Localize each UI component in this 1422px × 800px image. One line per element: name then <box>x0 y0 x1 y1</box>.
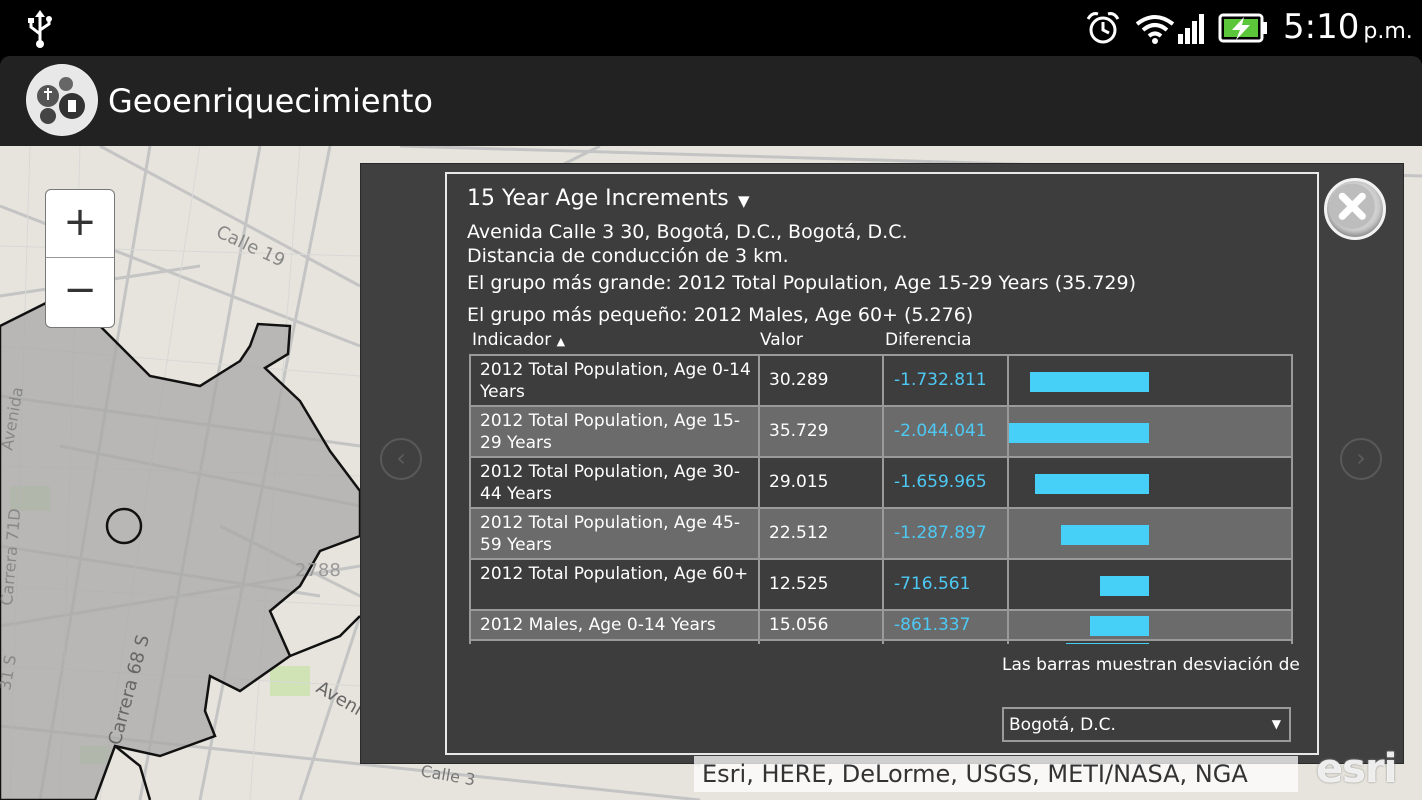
difference-cell: -2.044.041 <box>884 407 1009 456</box>
value-text: 29.015 <box>769 472 829 492</box>
bar-cell <box>1009 407 1291 456</box>
column-header-value[interactable]: Valor <box>760 330 803 350</box>
indicator-text: 2012 Total Population, Age 30-44 Years <box>480 462 740 504</box>
report-title-dropdown[interactable]: 15 Year Age Increments <box>467 186 729 211</box>
street-label: Calle 19 <box>213 221 288 271</box>
signal-icon <box>1178 14 1204 44</box>
deviation-bar <box>1099 575 1149 596</box>
value-text: 12.525 <box>769 574 829 594</box>
difference-cell: -1.659.965 <box>884 458 1009 507</box>
value-cell: 29.015 <box>760 458 884 507</box>
value-text: 22.512 <box>769 523 829 543</box>
value-cell: 12.525 <box>760 560 884 609</box>
value-cell: 15.056 <box>760 611 884 639</box>
table-row[interactable] <box>471 641 1291 644</box>
indicator-cell: 2012 Total Population, Age 45-59 Years <box>471 509 760 558</box>
status-bar: 5:10 p.m. <box>0 0 1422 56</box>
deviation-bar <box>1060 524 1149 545</box>
esri-logo: esri <box>1316 746 1397 792</box>
table-row[interactable]: 2012 Total Population, Age 60+ 12.525 -716… <box>471 560 1291 611</box>
app-title: Geoenriquecimiento <box>108 82 433 120</box>
deviation-bar <box>1065 643 1149 644</box>
difference-text: -1.287.897 <box>894 523 987 543</box>
table-row[interactable]: 2012 Total Population, Age 0-14 Years 30.… <box>471 356 1291 407</box>
difference-text: -861.337 <box>894 615 971 635</box>
indicator-text: 2012 Total Population, Age 45-59 Years <box>480 513 740 555</box>
previous-page-button[interactable]: ‹ <box>380 438 422 480</box>
value-cell <box>760 641 884 644</box>
largest-group-text: El grupo más grande: 2012 Total Populati… <box>467 272 1137 294</box>
chevron-down-icon[interactable]: ▼ <box>738 192 750 210</box>
street-label: 2788 <box>295 560 341 581</box>
difference-cell: -716.561 <box>884 560 1009 609</box>
status-clock: 5:10 p.m. <box>1283 7 1413 47</box>
difference-text: -2.044.041 <box>894 421 987 441</box>
battery-charging-icon <box>1218 13 1267 43</box>
sort-ascending-icon: ▲ <box>556 335 566 348</box>
bar-cell <box>1009 458 1291 507</box>
zoom-control: + − <box>45 189 115 328</box>
wifi-icon <box>1135 15 1175 44</box>
table-row[interactable]: 2012 Males, Age 0-14 Years 15.056 -861.337 <box>471 611 1291 641</box>
difference-cell: -1.287.897 <box>884 509 1009 558</box>
value-cell: 22.512 <box>760 509 884 558</box>
bar-cell <box>1009 560 1291 609</box>
report-address: Avenida Calle 3 30, Bogotá, D.C., Bogotá… <box>467 221 908 243</box>
bar-cell <box>1009 356 1291 405</box>
deviation-label: Las barras muestran desviación de <box>1002 655 1300 675</box>
difference-text: -716.561 <box>894 574 971 594</box>
difference-text: -1.659.965 <box>894 472 987 492</box>
value-text: 35.729 <box>769 421 829 441</box>
region-select-value: Bogotá, D.C. <box>1009 715 1116 735</box>
indicator-text: 2012 Males, Age 0-14 Years <box>480 615 716 635</box>
column-header-indicator-label: Indicador <box>472 330 552 350</box>
region-select[interactable]: Bogotá, D.C. ▼ <box>1002 707 1291 742</box>
value-cell: 30.289 <box>760 356 884 405</box>
indicator-cell: 2012 Total Population, Age 0-14 Years <box>471 356 760 405</box>
zoom-out-button[interactable]: − <box>46 259 114 327</box>
deviation-bar <box>1009 422 1149 443</box>
column-header-difference[interactable]: Diferencia <box>885 330 972 350</box>
close-icon[interactable] <box>1324 178 1386 240</box>
indicator-text: 2012 Total Population, Age 60+ <box>480 564 749 584</box>
deviation-bar <box>1090 616 1149 636</box>
indicator-cell: 2012 Total Population, Age 30-44 Years <box>471 458 760 507</box>
bar-cell <box>1009 641 1291 644</box>
usb-icon <box>28 10 52 48</box>
value-cell: 35.729 <box>760 407 884 456</box>
indicator-cell <box>471 641 760 644</box>
deviation-bar <box>1030 371 1149 392</box>
clock-ampm: p.m. <box>1363 19 1413 44</box>
table-row[interactable]: 2012 Total Population, Age 30-44 Years 29… <box>471 458 1291 509</box>
map-attribution: Esri, HERE, DeLorme, USGS, METI/NASA, NG… <box>694 756 1298 792</box>
difference-cell: -1.732.811 <box>884 356 1009 405</box>
indicator-table[interactable]: 2012 Total Population, Age 0-14 Years 30.… <box>469 354 1293 644</box>
clock-time: 5:10 <box>1283 7 1360 47</box>
indicator-cell: 2012 Total Population, Age 60+ <box>471 560 760 609</box>
value-text: 15.056 <box>769 615 829 635</box>
indicator-cell: 2012 Males, Age 0-14 Years <box>471 611 760 639</box>
value-text: 30.289 <box>769 370 829 390</box>
street-label: Calle 3 <box>419 761 476 789</box>
app-logo-icon[interactable] <box>26 64 98 136</box>
report-distance: Distancia de conducción de 3 km. <box>467 245 789 267</box>
table-row[interactable]: 2012 Total Population, Age 15-29 Years 35… <box>471 407 1291 458</box>
deviation-bar <box>1035 473 1149 494</box>
bar-cell <box>1009 611 1291 639</box>
indicator-text: 2012 Total Population, Age 15-29 Years <box>480 411 740 453</box>
indicator-text: 2012 Total Population, Age 0-14 Years <box>480 360 751 402</box>
column-header-indicator[interactable]: Indicador ▲ <box>472 330 565 350</box>
zoom-in-button[interactable]: + <box>46 190 114 258</box>
action-bar: Geoenriquecimiento <box>0 56 1422 146</box>
next-page-button[interactable]: › <box>1340 438 1382 480</box>
difference-text: -1.732.811 <box>894 370 987 390</box>
chevron-down-icon: ▼ <box>1271 717 1281 731</box>
difference-cell <box>884 641 1009 644</box>
alarm-icon <box>1086 12 1120 44</box>
difference-cell: -861.337 <box>884 611 1009 639</box>
smallest-group-text: El grupo más pequeño: 2012 Males, Age 60… <box>467 304 974 326</box>
table-row[interactable]: 2012 Total Population, Age 45-59 Years 22… <box>471 509 1291 560</box>
bar-cell <box>1009 509 1291 558</box>
indicator-cell: 2012 Total Population, Age 15-29 Years <box>471 407 760 456</box>
